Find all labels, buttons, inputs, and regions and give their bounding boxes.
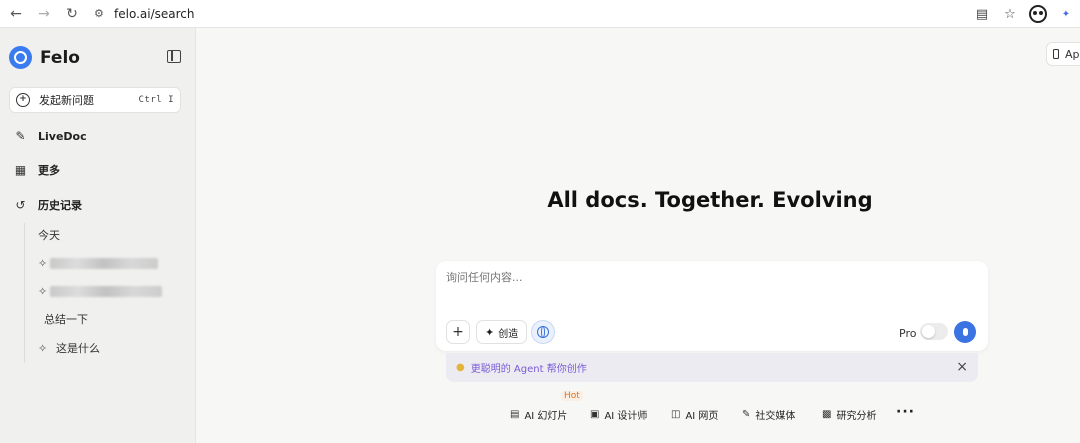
close-icon[interactable]: × [956,359,968,375]
collapse-sidebar-icon[interactable] [167,50,181,63]
quick-action-label: AI 网页 [685,410,719,422]
history-item[interactable]: 总结一下 [44,310,88,328]
forward-icon[interactable]: → [32,2,56,26]
sparkle-icon: ✧ [38,284,48,298]
history-icon: ↺ [15,198,26,212]
research-icon: ▩ [822,408,832,420]
quick-action-social-media[interactable]: ✎ 社交媒体 [742,404,795,424]
sidebar: Felo + 发起新问题 Ctrl I ✎ LiveDoc ▦ 更多 ↺ 历史记… [0,28,196,443]
site-settings-icon[interactable]: ⚙ [94,7,110,20]
microphone-icon [962,328,968,336]
quick-action-label: 研究分析 [836,410,877,422]
extension-icon[interactable]: ✦ [1052,0,1080,28]
search-input[interactable] [446,271,946,284]
new-question-label: 发起新问题 [39,94,94,107]
history-list: 今天 ✧ ✧ 总结一下 ✧ 这是什么 [24,223,174,363]
history-item-label: 总结一下 [44,313,88,326]
hot-badge: Hot [561,391,583,401]
sparkle-icon: ✧ [38,341,48,355]
history-item[interactable]: ✧ [38,282,162,300]
globe-icon [537,326,549,338]
slides-icon: ▤ [510,408,520,420]
reload-icon[interactable]: ↻ [60,2,84,26]
phone-icon [1053,49,1059,59]
sparkle-icon: ✧ [38,256,48,270]
sidebar-item-history[interactable]: ↺ 历史记录 [14,195,82,215]
browser-actions: ▤ ☆ ✦ [968,0,1080,28]
voice-input-button[interactable] [954,321,976,343]
url-text[interactable]: felo.ai/search [114,7,194,21]
sparkle-icon: ✦ [485,325,495,339]
agent-banner[interactable]: ● 更聪明的 Agent 帮你创作 × [446,353,978,382]
history-group-label: 今天 [38,229,60,242]
sidebar-item-livedoc[interactable]: ✎ LiveDoc [14,126,87,146]
install-app-icon[interactable]: ▤ [968,0,996,28]
profile-avatar[interactable] [1024,0,1052,28]
brand-name: Felo [40,47,80,68]
quick-action-ai-designer[interactable]: ▣ AI 设计师 [590,404,647,424]
quick-action-label: AI 设计师 [604,410,648,422]
brand[interactable]: Felo [9,46,80,69]
lightbulb-icon: ● [456,362,465,373]
edit-icon: ✎ [15,129,26,143]
page-headline: All docs. Together. Evolving [547,188,873,212]
new-question-button[interactable]: + 发起新问题 Ctrl I [9,87,181,113]
sidebar-item-more[interactable]: ▦ 更多 [14,160,60,180]
quick-action-ai-slides[interactable]: ▤ AI 幻灯片 [510,404,567,424]
blurred-title [50,285,162,297]
webpage-icon: ◫ [671,408,681,420]
sidebar-item-label: 更多 [38,164,60,177]
app-download-button[interactable]: Ap [1046,42,1080,66]
add-attachment-button[interactable]: + [446,320,470,344]
bookmark-star-icon[interactable]: ☆ [996,0,1024,28]
quick-action-label: AI 幻灯片 [524,410,568,422]
sidebar-item-label: LiveDoc [38,129,87,143]
search-box: + ✦ 创造 Pro [436,261,988,351]
history-item-label: 这是什么 [56,342,100,355]
app-button-label: Ap [1065,47,1080,61]
pro-toggle[interactable] [920,323,948,340]
pro-label: Pro [899,327,917,340]
quick-action-research[interactable]: ▩ 研究分析 [822,404,876,424]
felo-logo-icon [9,46,32,69]
back-icon[interactable]: ← [4,2,28,26]
image-icon: ▣ [590,408,600,420]
create-button[interactable]: ✦ 创造 [476,320,528,344]
more-actions-button[interactable]: ··· [896,404,915,420]
quick-action-ai-webpage[interactable]: ◫ AI 网页 [671,404,718,424]
history-item[interactable]: ✧ 这是什么 [38,339,100,357]
shortcut-hint: Ctrl I [138,95,174,105]
web-search-toggle[interactable] [531,320,555,344]
sidebar-item-label: 历史记录 [38,199,82,212]
quick-action-label: 社交媒体 [755,410,796,422]
grid-icon: ▦ [14,163,27,177]
panda-avatar-icon [1029,5,1047,23]
social-icon: ✎ [742,408,751,420]
agent-banner-text[interactable]: 更聪明的 Agent 帮你创作 [471,360,587,375]
plus-circle-icon: + [16,93,30,107]
create-label: 创造 [498,328,519,340]
blurred-title [50,257,158,269]
address-bar[interactable]: ⚙ felo.ai/search [88,3,200,25]
history-item[interactable]: ✧ [38,254,158,272]
browser-toolbar: ← → ↻ ⚙ felo.ai/search ▤ ☆ ✦ [0,0,1080,28]
